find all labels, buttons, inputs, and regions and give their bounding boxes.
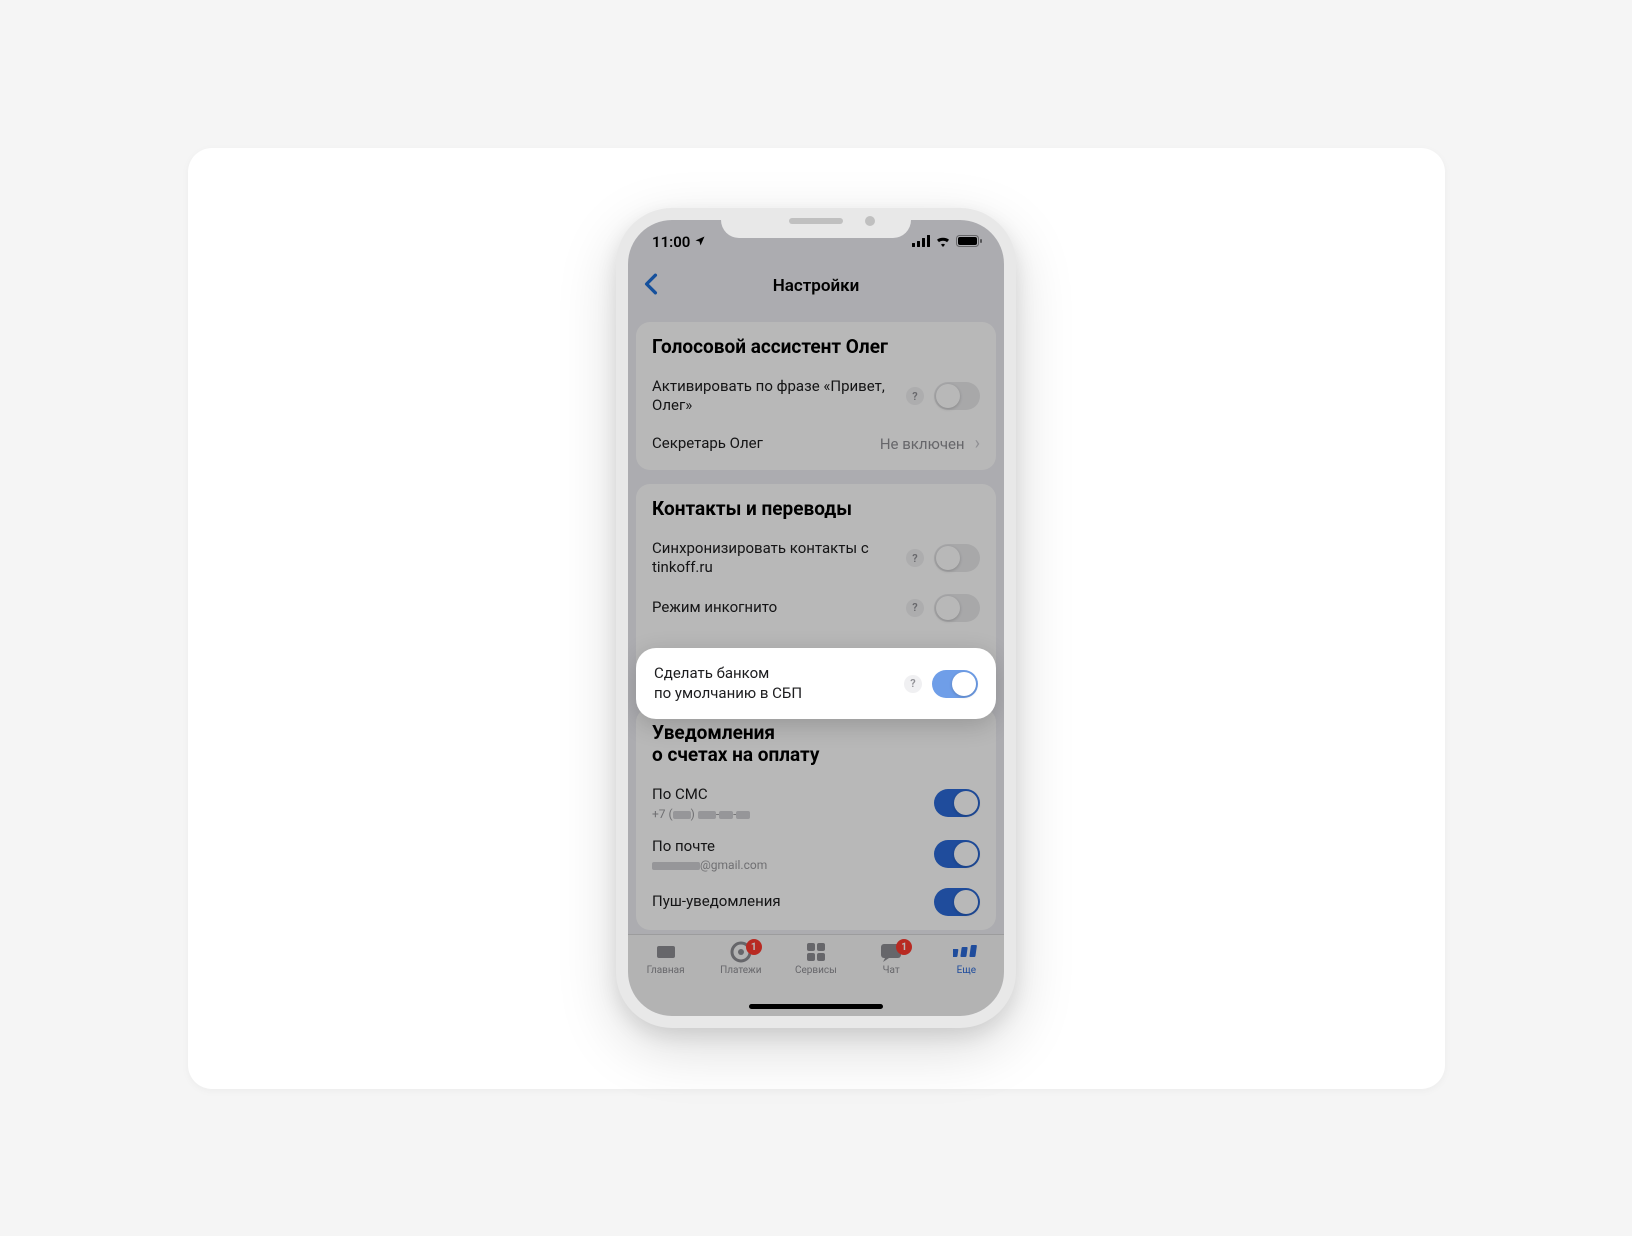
cellular-signal-icon [912,233,930,251]
toggle-sbp-default[interactable] [932,670,978,698]
home-indicator[interactable] [749,1004,883,1009]
section-title-assistant: Голосовой ассистент Олег [652,336,980,359]
phone-notch [721,208,911,238]
row-label: Активировать по фразе «Привет, Олег» [652,377,898,416]
badge-payments: 1 [746,939,762,955]
toggle-activate-phrase[interactable] [934,382,980,410]
section-voice-assistant: Голосовой ассистент Олег Активировать по… [636,322,996,470]
phone-suffix: ) [691,807,695,821]
row-secretary[interactable]: Секретарь Олег Не включен › [652,424,980,464]
row-value: Не включен [880,435,965,453]
tab-label: Сервисы [795,965,837,976]
tab-label: Чат [883,965,900,976]
help-icon[interactable]: ? [906,599,924,617]
help-icon[interactable]: ? [906,549,924,567]
wifi-icon [935,233,951,251]
row-label: По СМС [652,785,750,805]
help-icon[interactable]: ? [904,675,922,693]
tab-bar: Главная 1 Платежи Сервисы 1 [628,934,1004,1016]
row-label: Секретарь Олег [652,434,872,454]
phone-screen: 11:00 [628,220,1004,1016]
row-sub-email: @gmail.com [652,858,767,872]
tab-more[interactable]: Еще [931,941,1001,1016]
toggle-sync-contacts[interactable] [934,544,980,572]
title-line: Уведомления [652,721,775,744]
row-incognito: Режим инкогнито ? [652,586,980,630]
row-activate-phrase: Активировать по фразе «Привет, Олег» ? [652,369,980,424]
nav-bar: Настройки [628,264,1004,308]
row-push: Пуш-уведомления [652,880,980,924]
label-line: Сделать банком [654,664,769,682]
row-email: По почте @gmail.com [652,829,980,881]
section-notifications: Уведомления о счетах на оплату По СМС +7… [636,708,996,931]
toggle-sms[interactable] [934,789,980,817]
help-icon[interactable]: ? [906,387,924,405]
row-label: Синхронизировать контакты с tinkoff.ru [652,539,898,578]
row-label: Сделать банком по умолчанию в СБП [654,664,904,703]
email-domain: @gmail.com [700,858,767,872]
status-left: 11:00 [652,233,706,251]
status-right [912,233,982,251]
row-sync-contacts: Синхронизировать контакты с tinkoff.ru ? [652,531,980,586]
section-title-notifications: Уведомления о счетах на оплату [652,722,980,768]
label-line: по умолчанию в СБП [654,684,802,702]
row-sbp-default-bank: Сделать банком по умолчанию в СБП ? [636,648,996,719]
toggle-incognito[interactable] [934,594,980,622]
battery-icon [956,233,982,251]
row-sms: По СМС +7 () -- [652,777,980,829]
toggle-push[interactable] [934,888,980,916]
services-icon [803,941,829,963]
toggle-email[interactable] [934,840,980,868]
chevron-right-icon: › [975,433,980,454]
page-title: Настройки [628,276,1004,296]
more-icon [953,941,979,963]
status-time: 11:00 [652,233,690,251]
tab-label: Платежи [720,965,761,976]
home-icon [653,941,679,963]
tab-label: Главная [647,965,685,976]
tab-label: Еще [957,965,976,976]
row-sub-phone: +7 () -- [652,807,750,821]
tab-home[interactable]: Главная [631,941,701,1016]
title-line: о счетах на оплату [652,743,819,766]
badge-chat: 1 [896,939,912,955]
row-label: Пуш-уведомления [652,892,926,912]
phone-frame: 11:00 [616,208,1016,1028]
row-label: Режим инкогнито [652,598,898,618]
location-arrow-icon [694,233,706,251]
phone-prefix: +7 ( [652,807,673,821]
row-label: По почте [652,837,767,857]
mockup-card: 11:00 [188,148,1445,1089]
section-title-contacts: Контакты и переводы [652,498,980,521]
